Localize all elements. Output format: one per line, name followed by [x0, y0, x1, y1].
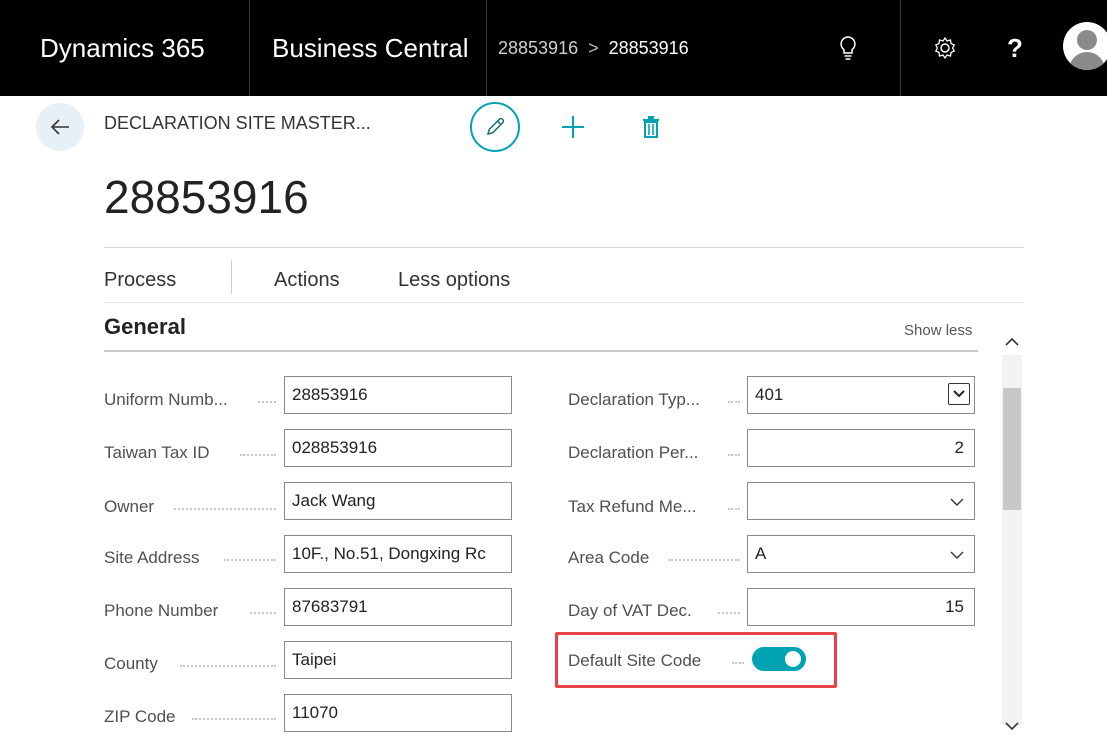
scroll-up-chevron-icon[interactable]: [1002, 332, 1022, 350]
app-name[interactable]: Business Central: [272, 0, 469, 96]
field-label-county: County: [104, 654, 158, 673]
label-dots: [728, 508, 740, 510]
phone-number-input[interactable]: 87683791: [284, 588, 512, 626]
declaration-period-input[interactable]: 2: [747, 429, 975, 467]
topbar-divider: [249, 0, 250, 96]
breadcrumb-parent[interactable]: 28853916: [498, 38, 578, 59]
breadcrumb-separator: >: [588, 37, 599, 58]
site-address-input[interactable]: 10F., No.51, Dongxing Rc: [284, 535, 512, 573]
label-dots: [728, 454, 740, 456]
trash-icon: [643, 116, 659, 138]
label-dots: [668, 559, 740, 561]
section-underline: [104, 350, 978, 352]
delete-button[interactable]: [636, 108, 666, 146]
highlight-box: [555, 632, 837, 688]
topbar-divider: [486, 0, 487, 96]
page-title: 28853916: [104, 171, 309, 223]
settings-icon[interactable]: [925, 0, 965, 96]
field-label-zip-code: ZIP Code: [104, 707, 176, 726]
field-label-tax-refund-method: Tax Refund Me...: [568, 497, 697, 516]
back-arrow-icon[interactable]: [36, 103, 84, 151]
chevron-down-icon[interactable]: [948, 383, 970, 405]
show-less-link[interactable]: Show less: [904, 322, 972, 339]
zip-code-input[interactable]: 11070: [284, 694, 512, 732]
breadcrumb: 28853916 > 28853916: [498, 0, 689, 96]
menu-less-options[interactable]: Less options: [398, 263, 510, 297]
breadcrumb-current: 28853916: [608, 37, 689, 58]
tax-refund-method-dropdown[interactable]: [747, 482, 975, 520]
new-button[interactable]: [556, 108, 590, 146]
product-name[interactable]: Dynamics 365: [40, 0, 205, 96]
label-dots: [728, 401, 740, 403]
topbar-divider: [900, 0, 901, 96]
edit-button[interactable]: [470, 102, 520, 152]
declaration-type-select[interactable]: 401: [747, 376, 975, 414]
declaration-type-value: 401: [755, 385, 784, 404]
label-dots: [174, 508, 276, 510]
label-dots: [250, 612, 276, 614]
pencil-icon: [486, 117, 505, 136]
area-code-value: A: [755, 544, 767, 563]
area-code-dropdown[interactable]: A: [747, 535, 975, 573]
section-title[interactable]: General: [104, 314, 186, 340]
owner-input[interactable]: Jack Wang: [284, 482, 512, 520]
label-dots: [180, 665, 276, 667]
field-label-day-of-vat-dec: Day of VAT Dec.: [568, 601, 692, 620]
field-label-declaration-type: Declaration Typ...: [568, 390, 700, 409]
menu-actions[interactable]: Actions: [274, 263, 340, 297]
chevron-down-icon[interactable]: [948, 546, 966, 564]
field-label-taiwan-tax-id: Taiwan Tax ID: [104, 443, 210, 462]
avatar-icon[interactable]: [1063, 22, 1107, 70]
uniform-number-input[interactable]: 28853916: [284, 376, 512, 414]
help-icon[interactable]: ?: [1000, 0, 1030, 96]
menu-separator: [104, 302, 1024, 303]
lightbulb-icon[interactable]: [828, 0, 868, 96]
field-label-site-address: Site Address: [104, 548, 200, 567]
day-of-vat-dec-input[interactable]: 15: [747, 588, 975, 626]
field-label-area-code: Area Code: [568, 548, 650, 567]
label-dots: [718, 612, 740, 614]
plus-icon: [562, 116, 584, 138]
label-dots: [224, 559, 276, 561]
label-dots: [258, 401, 276, 403]
county-input[interactable]: Taipei: [284, 641, 512, 679]
menu-divider: [231, 260, 232, 294]
field-label-phone-number: Phone Number: [104, 601, 219, 620]
field-label-declaration-period: Declaration Per...: [568, 443, 699, 462]
taiwan-tax-id-input[interactable]: 028853916: [284, 429, 512, 467]
label-dots: [240, 454, 276, 456]
field-label-uniform-number: Uniform Numb...: [104, 390, 228, 409]
label-dots: [192, 718, 276, 720]
scrollbar-thumb[interactable]: [1003, 388, 1021, 510]
chevron-down-icon[interactable]: [948, 493, 966, 511]
header-separator: [104, 247, 1024, 248]
scroll-down-chevron-icon[interactable]: [1002, 722, 1022, 735]
field-label-owner: Owner: [104, 497, 155, 516]
menu-process[interactable]: Process: [104, 263, 176, 297]
page-caption: DECLARATION SITE MASTER...: [104, 113, 371, 133]
top-navigation-bar: Dynamics 365 Business Central 28853916 >…: [0, 0, 1107, 96]
